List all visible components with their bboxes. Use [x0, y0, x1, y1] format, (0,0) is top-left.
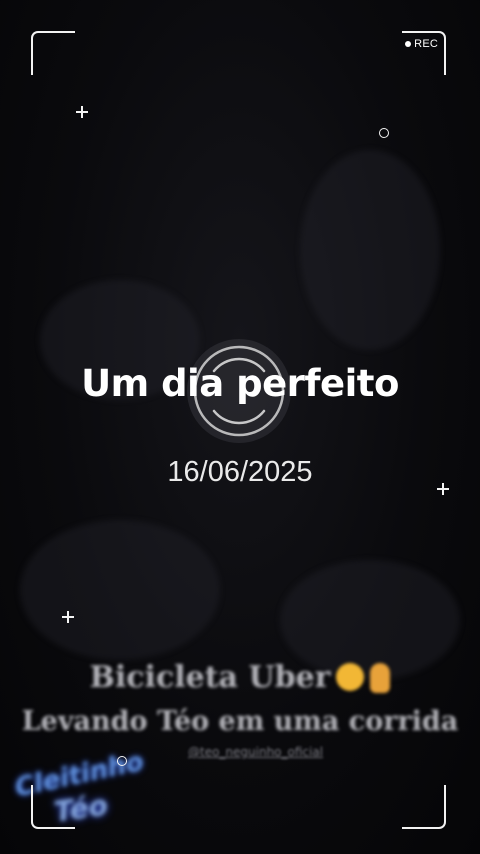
laughing-emoji-icon	[336, 663, 365, 691]
story-title: Um dia perfeito	[81, 362, 399, 405]
circle-sparkle-icon	[117, 756, 127, 766]
background-caption-line1: Bicicleta Uber	[0, 660, 480, 695]
frame-corner-bottom-left	[31, 785, 75, 829]
pointing-down-emoji-icon	[370, 663, 391, 693]
frame-corner-bottom-right	[402, 785, 446, 829]
story-date: 16/06/2025	[167, 456, 313, 488]
record-dot-icon	[405, 41, 412, 47]
story-canvas[interactable]: Bicicleta Uber Levando Téo em uma corrid…	[0, 0, 480, 854]
recording-label: REC	[414, 38, 438, 50]
plus-sparkle-icon	[62, 611, 74, 623]
background-caption-line2: Levando Téo em uma corrida	[21, 706, 459, 737]
background-handle: @teo_neguinho_oficial	[188, 745, 324, 759]
circle-sparkle-icon	[379, 128, 389, 138]
plus-sparkle-icon	[76, 106, 88, 118]
recording-indicator: REC	[405, 38, 438, 50]
frame-corner-top-left	[31, 31, 75, 75]
